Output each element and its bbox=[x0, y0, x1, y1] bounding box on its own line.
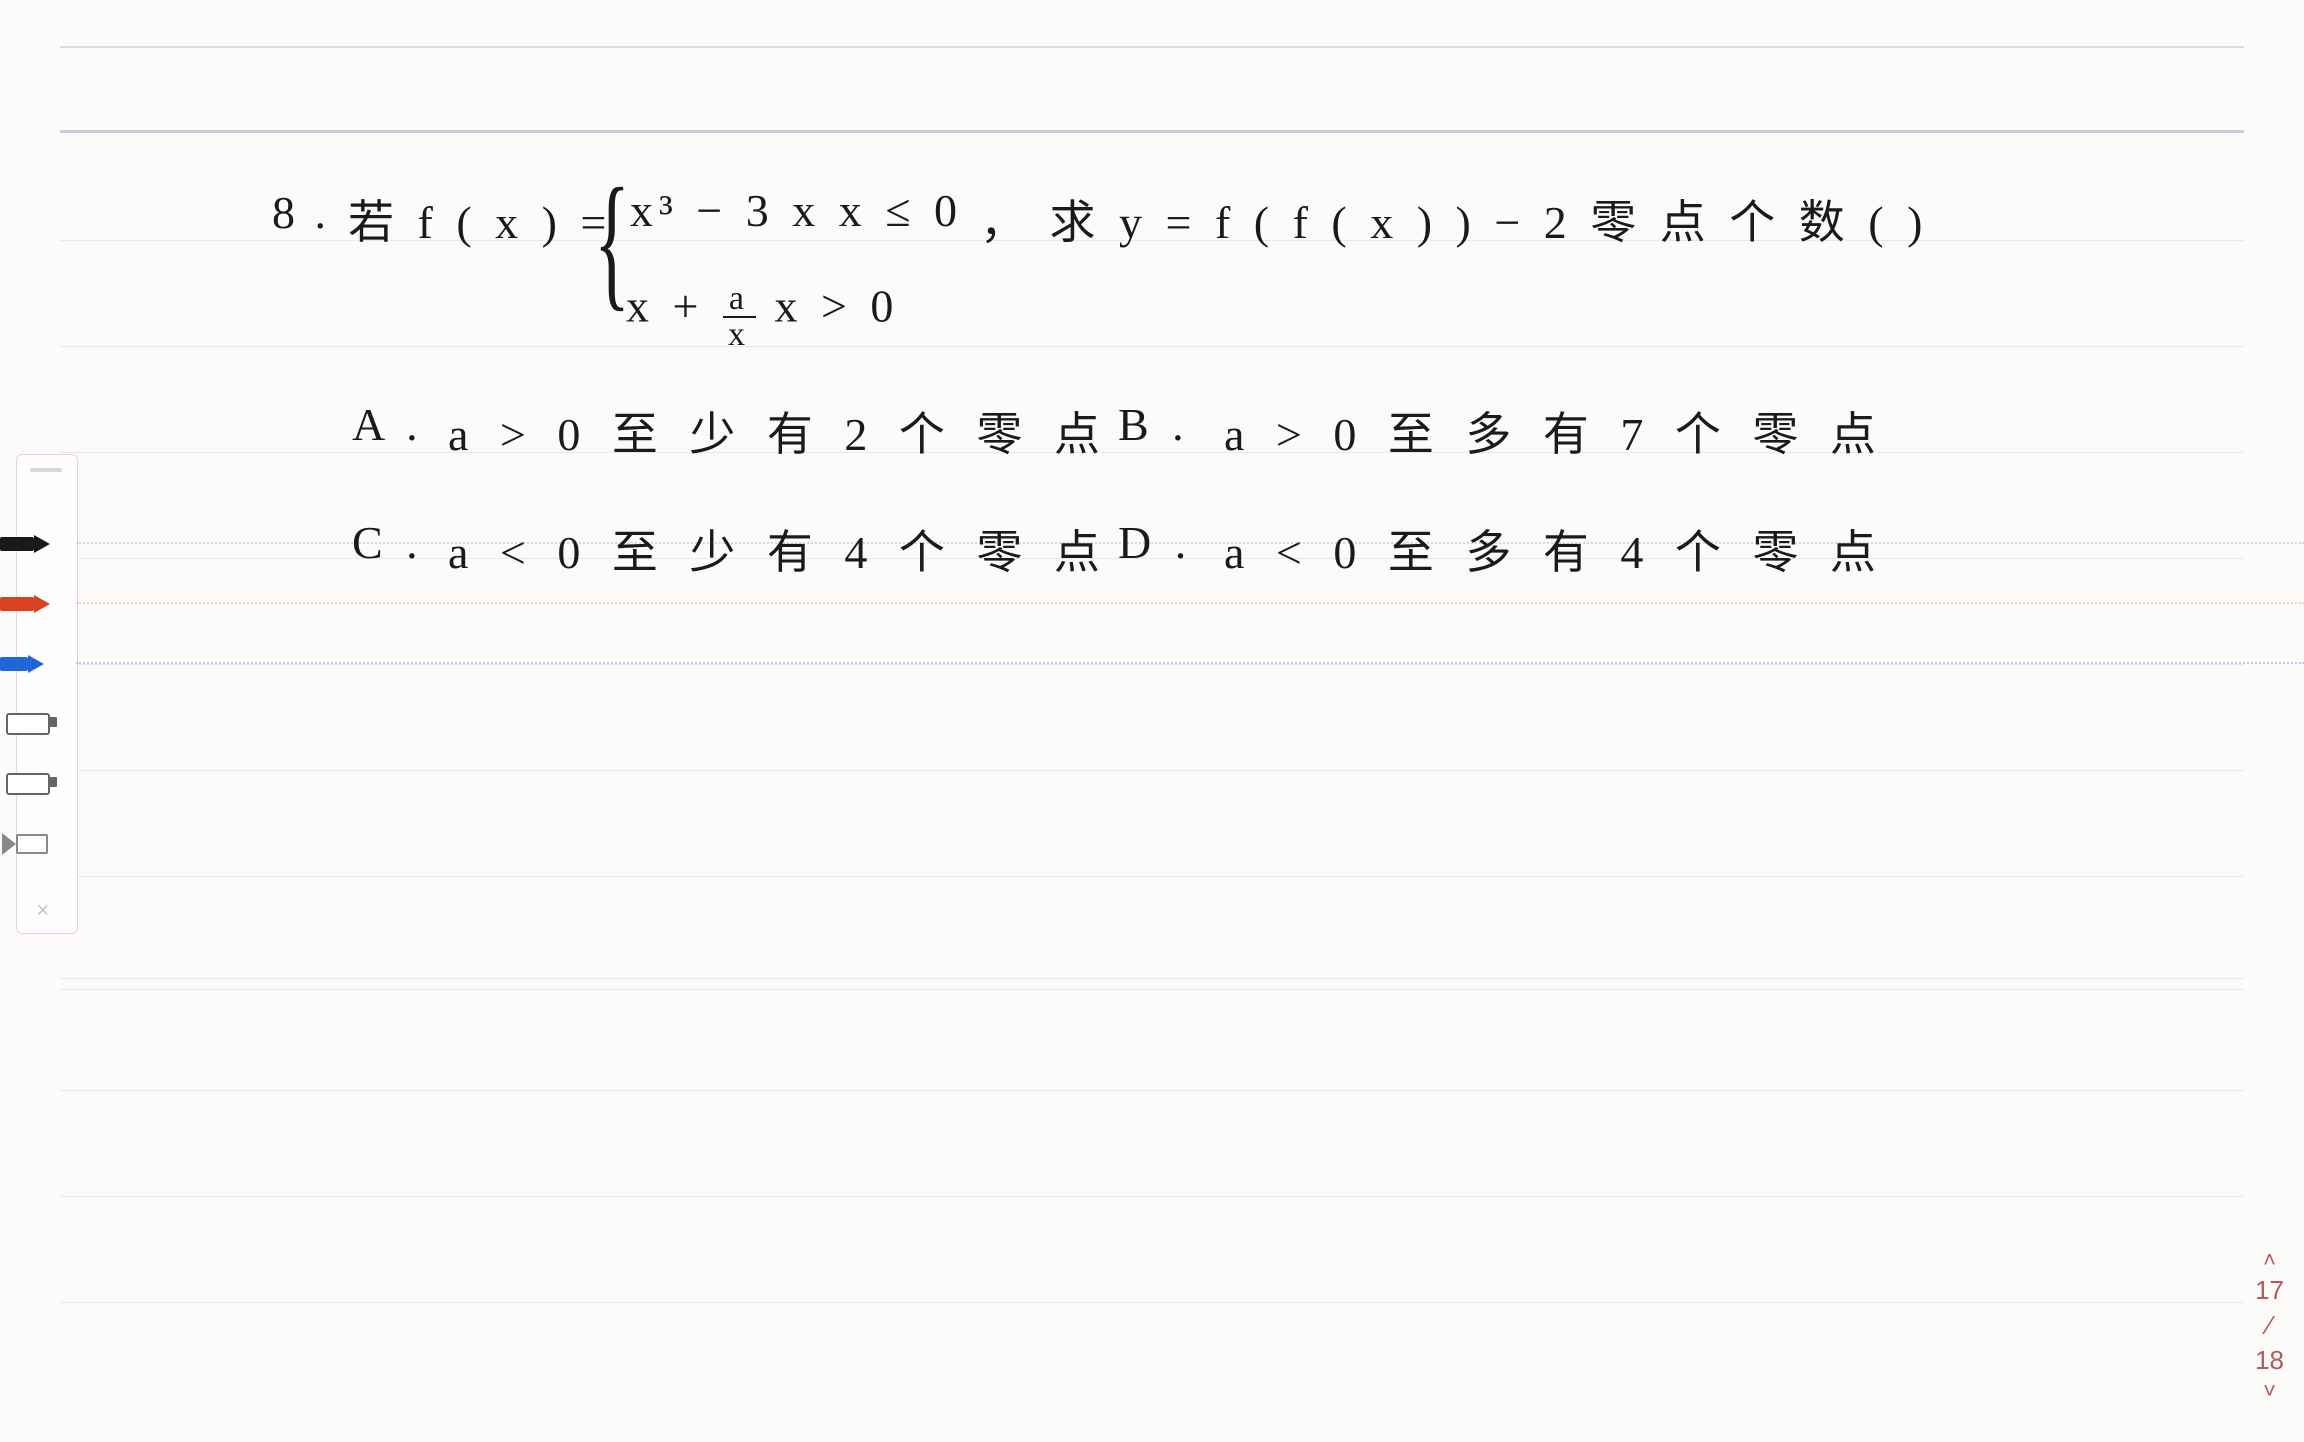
toolbar-tray bbox=[16, 454, 78, 934]
page-down-button[interactable]: ˅ bbox=[2263, 1380, 2276, 1402]
page-up-button[interactable]: ˄ bbox=[2263, 1249, 2276, 1271]
black-guide bbox=[76, 542, 2304, 544]
marker-tool[interactable] bbox=[2, 832, 48, 856]
option-D-text: a < 0 至 多 有 4 个 零 点 bbox=[1224, 516, 1886, 582]
eraser-alt-tool[interactable] bbox=[6, 772, 50, 796]
case2-right: x > 0 bbox=[774, 281, 899, 332]
page-navigator: ˄ 17 ⁄ 18 ˅ bbox=[2255, 1249, 2284, 1402]
fraction-denominator: x bbox=[722, 318, 757, 352]
option-A-text: a > 0 至 少 有 2 个 零 点 bbox=[448, 398, 1110, 464]
black-pen-tool[interactable] bbox=[0, 532, 50, 556]
page: 8 . 若 f ( x ) = { x³ − 3 x x ≤ 0 x + a x… bbox=[0, 0, 2304, 1442]
problem-number: 8 . bbox=[272, 186, 330, 239]
case-2: x + a x x > 0 bbox=[626, 276, 899, 346]
pen-toolbar: × bbox=[0, 454, 78, 932]
fraction: a x bbox=[722, 282, 757, 352]
problem-prefix: 若 f ( x ) = bbox=[348, 186, 612, 252]
case2-left: x + bbox=[626, 281, 704, 332]
page-sep: ⁄ bbox=[2267, 1310, 2271, 1341]
option-B-text: a > 0 至 多 有 7 个 零 点 bbox=[1224, 398, 1886, 464]
page-current: 17 bbox=[2255, 1275, 2284, 1306]
red-pen-tool[interactable] bbox=[0, 592, 50, 616]
grip-icon[interactable] bbox=[30, 468, 62, 472]
option-C-text: a < 0 至 少 有 4 个 零 点 bbox=[448, 516, 1110, 582]
close-icon[interactable]: × bbox=[36, 898, 50, 925]
option-B-label: B . bbox=[1118, 398, 1190, 451]
problem-tail: ， 求 y = f ( f ( x ) ) − 2 零 点 个 数 ( ) bbox=[980, 186, 1928, 252]
blue-pen-tool[interactable] bbox=[0, 652, 44, 676]
blue-guide bbox=[76, 662, 2304, 664]
case-1: x³ − 3 x x ≤ 0 bbox=[630, 184, 963, 237]
red-guide bbox=[76, 602, 2304, 604]
page-total: 18 bbox=[2255, 1345, 2284, 1376]
brace-icon: { bbox=[594, 166, 630, 316]
fraction-numerator: a bbox=[723, 282, 756, 318]
option-A-label: A . bbox=[352, 398, 424, 451]
eraser-tool[interactable] bbox=[6, 712, 50, 736]
